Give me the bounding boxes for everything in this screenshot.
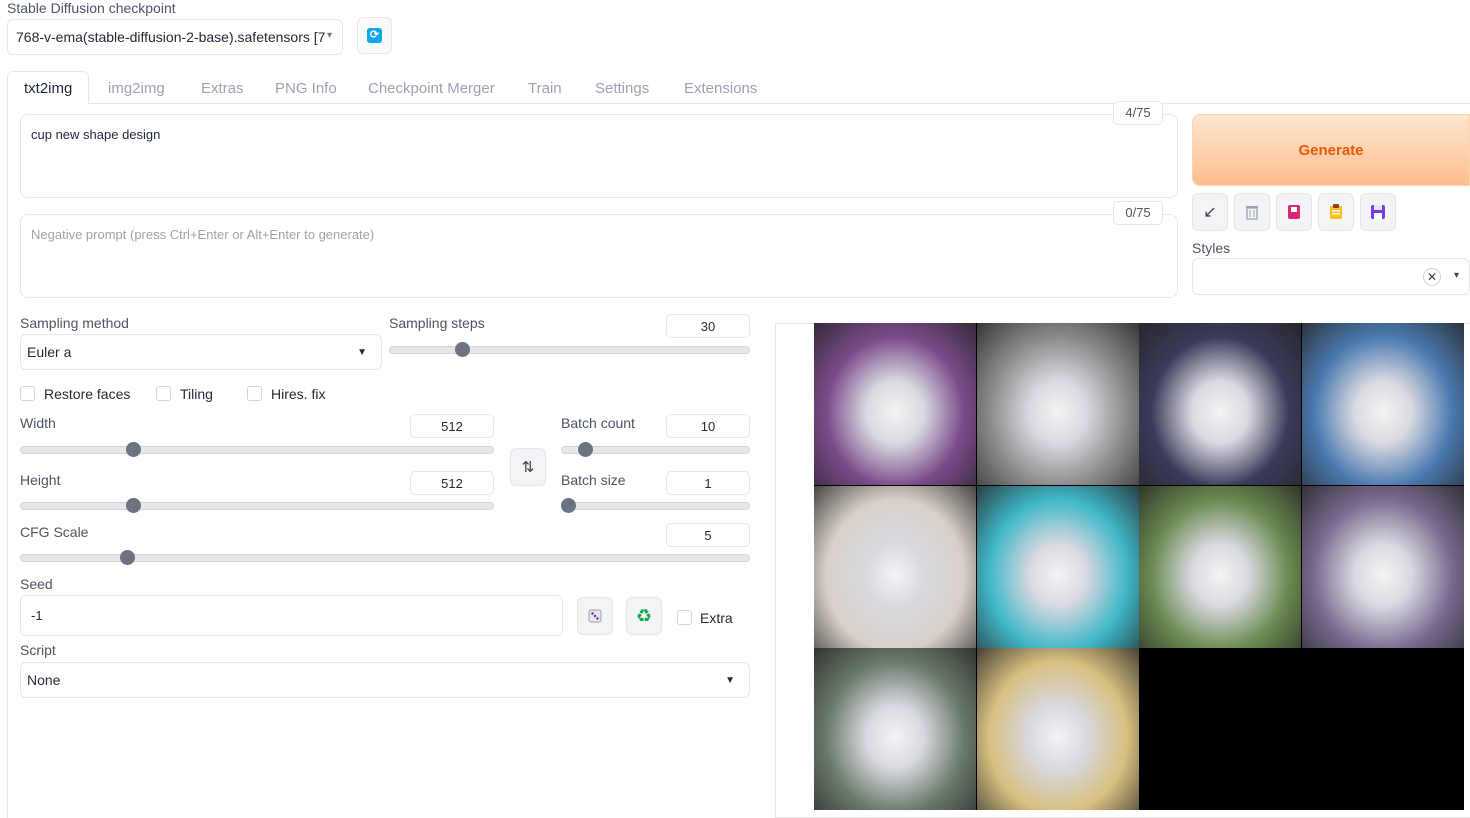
trash-icon — [1246, 206, 1258, 220]
reuse-seed-button[interactable]: ♻ — [626, 597, 662, 635]
sampling-method-select[interactable]: Euler a ▼ — [20, 334, 382, 370]
refresh-icon: ⟳ — [367, 28, 382, 43]
swap-icon: ⇅ — [521, 459, 535, 476]
save-icon — [1371, 205, 1385, 219]
width-slider[interactable] — [20, 446, 494, 454]
script-select[interactable]: None ▼ — [20, 662, 750, 698]
tab-checkpoint-merger[interactable]: Checkpoint Merger — [368, 71, 495, 104]
close-icon[interactable]: ✕ — [1423, 268, 1441, 286]
chevron-down-icon: ▼ — [357, 347, 367, 358]
swap-dimensions-button[interactable]: ⇅ — [510, 448, 546, 486]
tab-settings[interactable]: Settings — [595, 71, 649, 104]
dice-icon — [588, 609, 602, 623]
tab-txt2img[interactable]: txt2img — [7, 71, 90, 104]
checkpoint-select[interactable]: 768-v-ema(stable-diffusion-2-base).safet… — [7, 19, 343, 55]
styles-select[interactable]: ✕ ▾ — [1192, 258, 1470, 295]
seed-input[interactable]: -1 — [20, 595, 563, 636]
refresh-checkpoint-button[interactable]: ⟳ — [357, 17, 392, 54]
checkpoint-label: Stable Diffusion checkpoint — [7, 0, 176, 16]
chevron-down-icon: ▾ — [1453, 270, 1459, 281]
generate-button[interactable]: Generate — [1192, 114, 1470, 186]
prompt-input[interactable]: cup new shape design — [20, 114, 1178, 198]
sampling-steps-slider[interactable] — [389, 346, 750, 354]
sampling-steps-slider-thumb[interactable] — [454, 342, 470, 357]
clear-prompt-button[interactable] — [1234, 193, 1270, 231]
cfg-scale-label: CFG Scale — [20, 524, 89, 540]
cfg-scale-input[interactable]: 5 — [666, 523, 750, 547]
sampling-steps-input[interactable]: 30 — [666, 314, 750, 338]
sampling-method-label: Sampling method — [20, 315, 129, 331]
script-value: None — [27, 672, 61, 688]
gallery-thumbnail[interactable] — [1301, 485, 1464, 648]
batch-count-label: Batch count — [561, 415, 635, 431]
bookmark-icon — [1288, 205, 1300, 219]
batch-size-input[interactable]: 1 — [666, 471, 750, 495]
cfg-scale-slider-thumb[interactable] — [120, 550, 136, 565]
restore-faces-checkbox[interactable] — [20, 386, 35, 401]
image-grid[interactable] — [814, 323, 1464, 810]
width-label: Width — [20, 415, 56, 431]
tab-extras[interactable]: Extras — [201, 71, 244, 104]
chevron-down-icon: ▼ — [725, 675, 735, 686]
recycle-icon: ♻ — [635, 605, 653, 626]
apply-styles-button[interactable] — [1318, 193, 1354, 231]
sampling-steps-label: Sampling steps — [389, 315, 485, 331]
tab-extensions[interactable]: Extensions — [684, 71, 757, 104]
width-input[interactable]: 512 — [410, 414, 494, 438]
negative-prompt-input[interactable]: Negative prompt (press Ctrl+Enter or Alt… — [20, 214, 1178, 298]
gallery-thumbnail[interactable] — [976, 485, 1139, 648]
tab-bar: txt2img img2img Extras PNG Info Checkpoi… — [7, 71, 1470, 104]
prompt-token-counter: 4/75 — [1113, 101, 1163, 125]
panel-border — [7, 104, 8, 818]
clipboard-icon — [1330, 204, 1342, 219]
gallery-thumbnail[interactable] — [1139, 323, 1301, 485]
save-style-button[interactable] — [1360, 193, 1396, 231]
gallery-thumbnail[interactable] — [976, 323, 1139, 485]
arrow-icon: ↙ — [1203, 204, 1217, 221]
seed-label: Seed — [20, 576, 53, 592]
hires-fix-label: Hires. fix — [271, 386, 326, 402]
batch-size-label: Batch size — [561, 472, 626, 488]
height-slider[interactable] — [20, 502, 494, 510]
extra-seed-label: Extra — [700, 610, 733, 626]
gallery-thumbnail[interactable] — [814, 485, 976, 648]
gallery-thumbnail[interactable] — [976, 648, 1139, 810]
tiling-checkbox[interactable] — [156, 386, 171, 401]
gallery-thumbnail[interactable] — [814, 323, 976, 485]
batch-size-slider[interactable] — [561, 502, 750, 510]
height-slider-thumb[interactable] — [125, 498, 141, 513]
tab-train[interactable]: Train — [528, 71, 562, 104]
random-seed-button[interactable] — [577, 597, 613, 635]
tiling-label: Tiling — [180, 386, 213, 402]
gallery-thumbnail[interactable] — [1139, 485, 1301, 648]
batch-size-slider-thumb[interactable] — [561, 498, 576, 513]
restore-faces-label: Restore faces — [44, 386, 131, 402]
extra-networks-button[interactable] — [1276, 193, 1312, 231]
gallery-thumbnail[interactable] — [1301, 323, 1464, 485]
chevron-down-icon: ▾ — [326, 30, 332, 41]
batch-count-input[interactable]: 10 — [666, 414, 750, 438]
script-label: Script — [20, 642, 56, 658]
height-label: Height — [20, 472, 61, 488]
batch-count-slider-thumb[interactable] — [578, 442, 594, 457]
extra-seed-checkbox[interactable] — [677, 610, 692, 625]
read-params-button[interactable]: ↙ — [1192, 193, 1228, 231]
gallery-thumbnail[interactable] — [814, 648, 976, 810]
styles-label: Styles — [1192, 240, 1231, 256]
negative-prompt-token-counter: 0/75 — [1113, 201, 1163, 225]
height-input[interactable]: 512 — [410, 471, 494, 495]
tab-png-info[interactable]: PNG Info — [275, 71, 337, 104]
hires-fix-checkbox[interactable] — [247, 386, 262, 401]
checkpoint-value: 768-v-ema(stable-diffusion-2-base).safet… — [16, 29, 326, 45]
sampling-method-value: Euler a — [27, 344, 72, 360]
width-slider-thumb[interactable] — [125, 442, 141, 457]
tab-img2img[interactable]: img2img — [108, 71, 165, 104]
